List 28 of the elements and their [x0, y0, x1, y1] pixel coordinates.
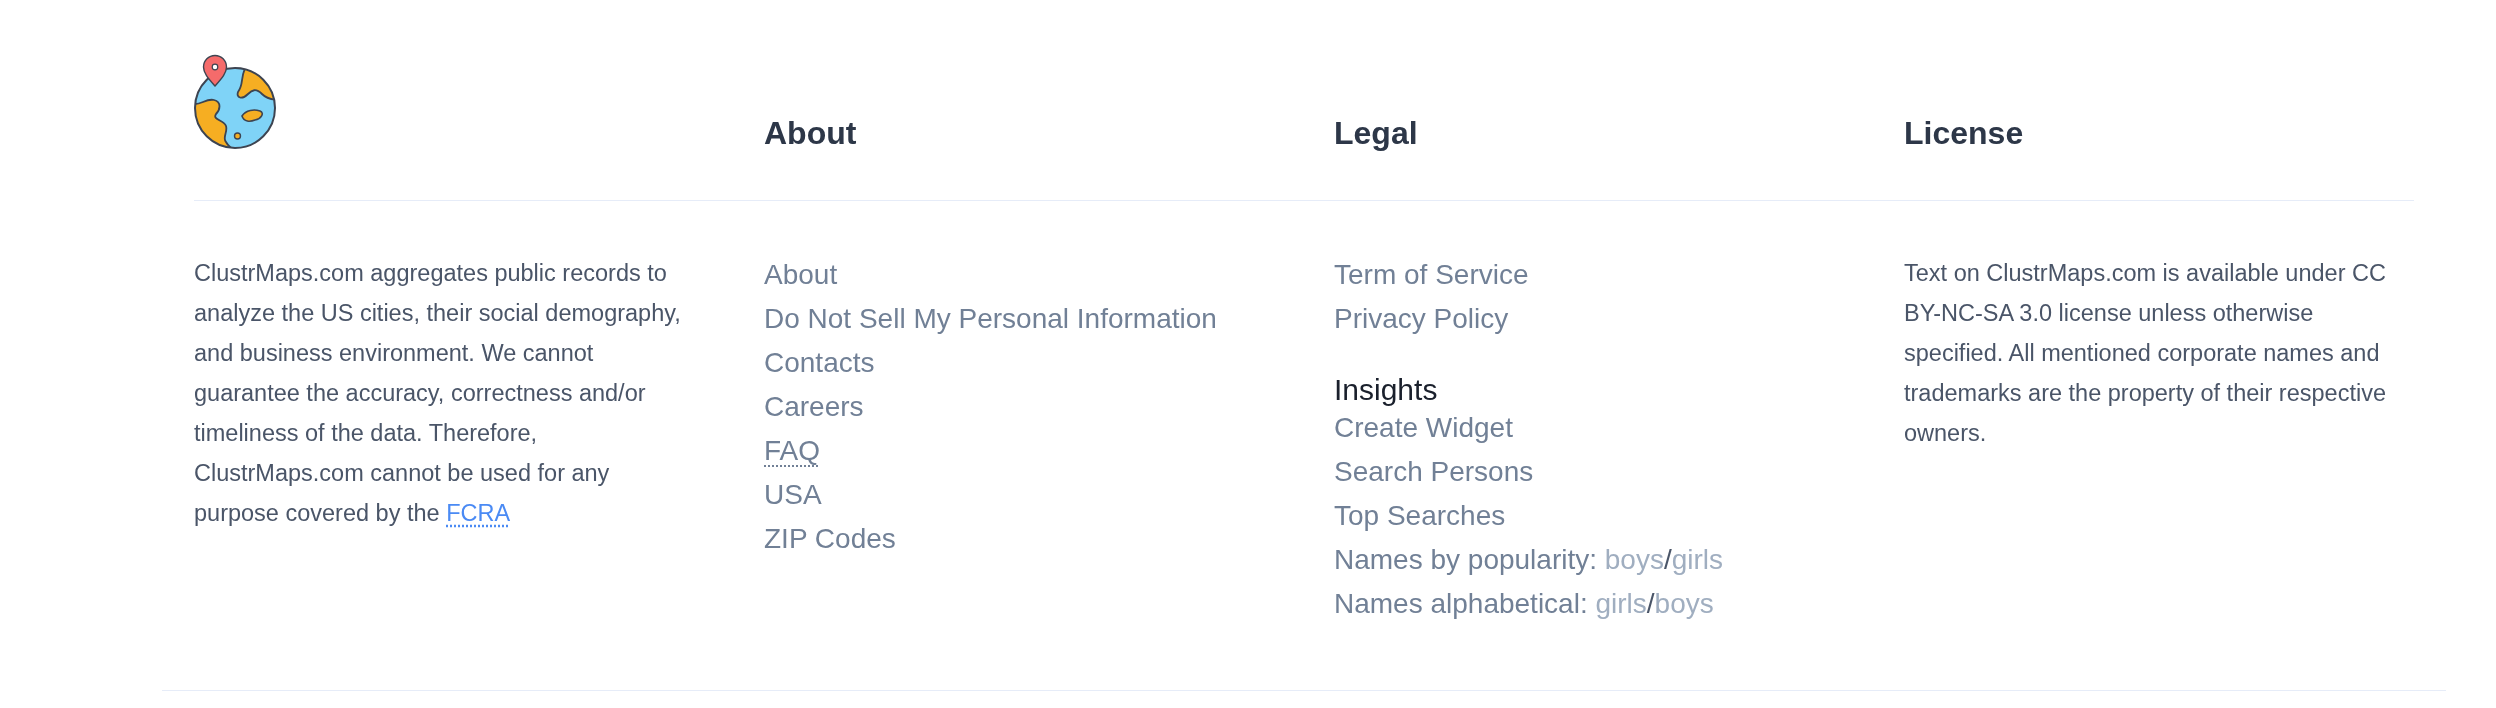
footer-link[interactable]: Do Not Sell My Personal Information [764, 297, 1217, 341]
slash-separator: / [1646, 588, 1655, 619]
slash-separator: / [1663, 544, 1672, 575]
globe-logo[interactable] [194, 54, 276, 149]
fcra-link[interactable]: FCRA [446, 500, 511, 526]
names-link[interactable]: boys [1654, 588, 1714, 619]
footer-link[interactable]: Careers [764, 385, 864, 429]
disclaimer-text: ClustrMaps.com aggregates public records to analyze the US cities, their social demography, and business environment. We cannot guarantee the accuracy, correctness and/or timeliness of the data. Therefore, ClustrMaps.com cannot be used for any purpose covered by the FCRA [194, 259, 682, 528]
column-heading: About [764, 114, 857, 153]
footer-link[interactable]: Contacts [764, 341, 875, 385]
column-heading: License [1904, 114, 2024, 153]
footer-link[interactable]: About [764, 253, 838, 297]
names-link[interactable]: girls [1671, 544, 1724, 575]
footer-link[interactable]: Create Widget [1334, 406, 1513, 450]
footer-link[interactable]: Term of Service [1334, 253, 1529, 297]
license-text: Text on ClustrMaps.com is available under CC BY-NC-SA 3.0 license unless otherwise specified. All mentioned corporate names and trademarks are the property of their respective owners. [1904, 259, 2387, 448]
footer-link[interactable]: Privacy Policy [1334, 297, 1509, 341]
names-link[interactable]: girls [1595, 588, 1647, 619]
footer-link[interactable]: Top Searches [1334, 494, 1506, 538]
footer-link[interactable]: Search Persons [1334, 450, 1534, 494]
footer-link[interactable]: USA [764, 473, 822, 517]
names-label: Names by popularity: [1334, 544, 1597, 575]
names-label: Names alphabetical: [1334, 588, 1588, 619]
footer-link[interactable]: ZIP Codes [764, 517, 896, 561]
section-heading: Insights [1334, 374, 1438, 406]
column-heading: Legal [1334, 114, 1418, 153]
faq-link[interactable]: FAQ [764, 429, 820, 473]
names-link[interactable]: boys [1604, 544, 1664, 575]
